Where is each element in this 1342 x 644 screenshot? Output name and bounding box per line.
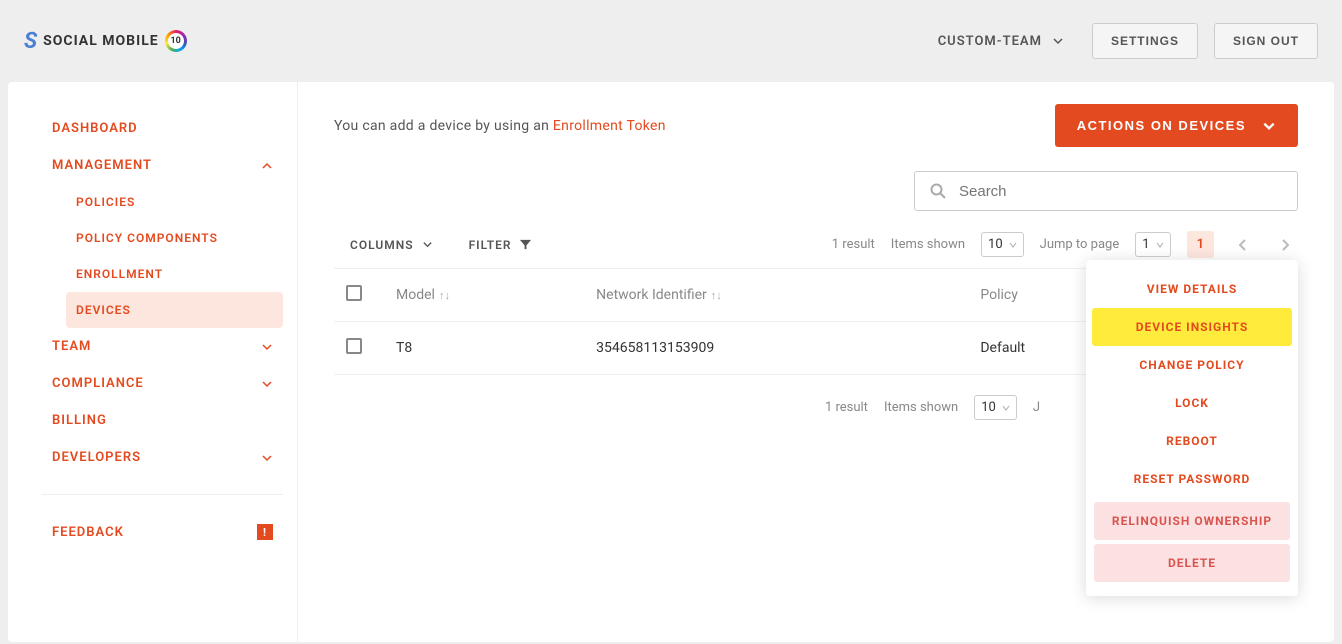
items-shown-select[interactable]: 10	[981, 232, 1024, 257]
menu-lock[interactable]: LOCK	[1092, 384, 1292, 422]
topbar: S SOCIAL MOBILE 10 CUSTOM-TEAM SETTINGS …	[0, 0, 1342, 82]
cell-network: 354658113153909	[584, 322, 968, 375]
content-header: You can add a device by using an Enrollm…	[334, 104, 1298, 147]
sidebar-item-enrollment[interactable]: ENROLLMENT	[66, 256, 283, 292]
sidebar: DASHBOARD MANAGEMENT POLICIES POLICY COM…	[8, 82, 298, 642]
sidebar-item-devices[interactable]: DEVICES	[66, 292, 283, 328]
jump-page-select[interactable]: 1	[1135, 232, 1170, 257]
jump-label-partial: J	[1033, 400, 1040, 415]
sidebar-management-sub: POLICIES POLICY COMPONENTS ENROLLMENT DE…	[42, 184, 283, 328]
chevron-down-icon	[1262, 119, 1276, 133]
caret-down-icon	[1009, 241, 1017, 249]
chevron-down-icon	[261, 341, 273, 353]
cell-model: T8	[384, 322, 584, 375]
caret-down-icon	[1002, 404, 1010, 412]
sidebar-item-developers[interactable]: DEVELOPERS	[42, 439, 283, 476]
sidebar-item-team[interactable]: TEAM	[42, 328, 283, 365]
items-shown-label: Items shown	[891, 237, 965, 252]
logo-badge: 10	[165, 30, 187, 52]
current-page[interactable]: 1	[1187, 231, 1214, 258]
toolbar-left: COLUMNS FILTER	[334, 238, 532, 252]
sidebar-item-policy-components[interactable]: POLICY COMPONENTS	[66, 220, 283, 256]
search-row	[334, 171, 1298, 211]
sidebar-item-feedback[interactable]: FEEDBACK !	[42, 513, 283, 551]
caret-down-icon	[1156, 241, 1164, 249]
chevron-down-icon	[261, 452, 273, 464]
col-network[interactable]: Network Identifier↑↓	[584, 269, 968, 322]
select-all-checkbox[interactable]	[346, 285, 362, 301]
search-input[interactable]	[959, 183, 1283, 200]
menu-relinquish-ownership[interactable]: RELINQUISH OWNERSHIP	[1094, 502, 1290, 540]
col-model[interactable]: Model↑↓	[384, 269, 584, 322]
team-selector[interactable]: CUSTOM-TEAM	[926, 26, 1076, 57]
team-label: CUSTOM-TEAM	[938, 34, 1042, 49]
search-icon	[929, 182, 947, 200]
logo-text: SOCIAL MOBILE	[43, 33, 159, 49]
enrollment-token-link[interactable]: Enrollment Token	[553, 118, 666, 134]
jump-label: Jump to page	[1040, 237, 1120, 252]
chevron-down-icon	[422, 239, 433, 250]
filter-button[interactable]: FILTER	[469, 238, 533, 252]
columns-button[interactable]: COLUMNS	[350, 238, 433, 252]
results-count: 1 result	[832, 237, 875, 252]
sidebar-item-dashboard[interactable]: DASHBOARD	[42, 110, 283, 147]
toolbar-row: COLUMNS FILTER 1 result Items shown 10 J…	[334, 231, 1298, 258]
sidebar-item-management[interactable]: MANAGEMENT	[42, 147, 283, 184]
menu-reset-password[interactable]: RESET PASSWORD	[1092, 460, 1292, 498]
menu-change-policy[interactable]: CHANGE POLICY	[1092, 346, 1292, 384]
row-checkbox[interactable]	[346, 338, 362, 354]
sort-icon: ↑↓	[711, 289, 722, 302]
filter-icon	[519, 238, 532, 251]
settings-button[interactable]: SETTINGS	[1092, 23, 1198, 59]
menu-device-insights[interactable]: DEVICE INSIGHTS	[1092, 308, 1292, 346]
next-page-button[interactable]	[1272, 234, 1298, 256]
sort-icon: ↑↓	[439, 289, 450, 302]
actions-on-devices-button[interactable]: ACTIONS ON DEVICES	[1055, 104, 1298, 147]
search-box[interactable]	[914, 171, 1298, 211]
logo-icon: S	[24, 29, 37, 54]
sidebar-item-compliance[interactable]: COMPLIANCE	[42, 365, 283, 402]
actions-dropdown-menu: VIEW DETAILS DEVICE INSIGHTS CHANGE POLI…	[1086, 260, 1298, 596]
toolbar-right: 1 result Items shown 10 Jump to page 1 1	[832, 231, 1298, 258]
logo[interactable]: S SOCIAL MOBILE 10	[24, 29, 187, 54]
items-shown-select[interactable]: 10	[974, 395, 1017, 420]
items-shown-label: Items shown	[884, 400, 958, 415]
menu-reboot[interactable]: REBOOT	[1092, 422, 1292, 460]
content: You can add a device by using an Enrollm…	[298, 82, 1334, 642]
prev-page-button[interactable]	[1230, 234, 1256, 256]
feedback-badge-icon: !	[257, 524, 273, 540]
signout-button[interactable]: SIGN OUT	[1214, 23, 1318, 59]
sidebar-divider	[42, 494, 283, 495]
chevron-down-icon	[261, 378, 273, 390]
chevron-down-icon	[1052, 35, 1064, 47]
topbar-right: CUSTOM-TEAM SETTINGS SIGN OUT	[926, 23, 1318, 59]
menu-delete[interactable]: DELETE	[1094, 544, 1290, 582]
sidebar-item-billing[interactable]: BILLING	[42, 402, 283, 439]
results-count: 1 result	[825, 400, 868, 415]
menu-view-details[interactable]: VIEW DETAILS	[1092, 270, 1292, 308]
chevron-up-icon	[261, 160, 273, 172]
main-panel: DASHBOARD MANAGEMENT POLICIES POLICY COM…	[8, 82, 1334, 642]
intro-text: You can add a device by using an Enrollm…	[334, 118, 666, 134]
sidebar-item-policies[interactable]: POLICIES	[66, 184, 283, 220]
